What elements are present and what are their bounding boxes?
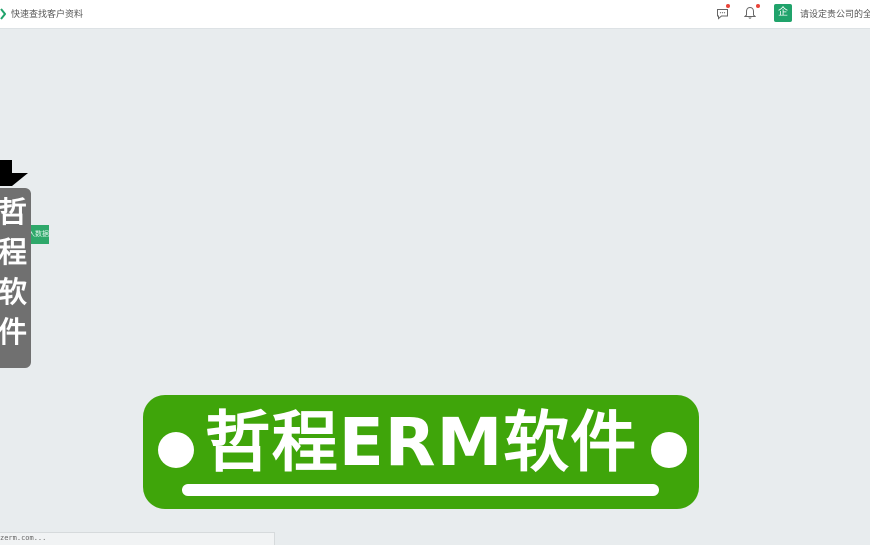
chat-icon[interactable] <box>716 7 729 20</box>
top-bar: 快速查找客户资料 企 请设定贵公司的全 <box>0 0 870 29</box>
caption-underline <box>182 484 659 496</box>
import-data-label: 入数据 <box>28 230 49 238</box>
status-url: zerm.com... <box>0 534 47 542</box>
bell-icon[interactable] <box>744 6 756 20</box>
company-settings-link[interactable]: 请设定贵公司的全 <box>800 7 870 20</box>
vertical-brand-banner: 哲 程 软 件 <box>0 188 31 368</box>
search-input[interactable]: 快速查找客户资料 <box>11 7 83 20</box>
banner-char: 件 <box>0 315 28 349</box>
status-bar: zerm.com... <box>0 532 275 545</box>
caption-banner: 哲程ERM软件 <box>143 395 699 509</box>
bell-notification-dot <box>756 4 760 8</box>
down-arrow-icon <box>0 160 28 186</box>
chat-notification-dot <box>726 4 730 8</box>
company-icon[interactable]: 企 <box>774 4 792 22</box>
caption-title: 哲程ERM软件 <box>204 404 638 481</box>
banner-char: 软 <box>0 275 28 309</box>
search-icon[interactable] <box>0 8 6 20</box>
banner-char: 哲 <box>0 195 28 229</box>
banner-char: 程 <box>0 235 28 269</box>
